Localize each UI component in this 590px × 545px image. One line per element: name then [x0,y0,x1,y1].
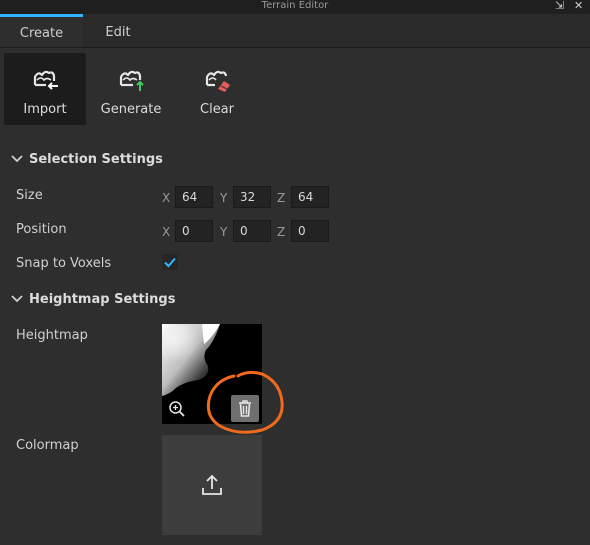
colormap-label: Colormap [16,438,79,453]
terrain-import-icon [33,70,58,90]
size-x-axis-label: X [162,191,171,205]
snap-to-voxels-checkbox[interactable] [162,254,178,270]
close-icon[interactable]: ✕ [574,0,583,12]
tab-create[interactable]: Create [0,14,83,47]
terrain-generate-icon [119,70,144,91]
size-z-axis-label: Z [277,191,286,205]
snap-to-voxels-label: Snap to Voxels [16,256,112,271]
size-y-input[interactable] [233,186,271,208]
checkmark-icon [164,257,176,268]
heightmap-label: Heightmap [16,328,88,343]
import-label: Import [23,102,67,117]
generate-label: Generate [100,102,162,117]
chevron-down-icon [11,155,23,163]
heightmap-settings-header[interactable]: Heightmap Settings [0,291,590,311]
size-y-axis-label: Y [220,191,228,205]
generate-button[interactable]: Generate [90,53,172,125]
tab-edit[interactable]: Edit [83,14,153,47]
position-y-axis-label: Y [220,225,228,239]
upload-icon [202,474,222,495]
size-x-input[interactable] [175,186,213,208]
chevron-down-icon [11,295,23,303]
position-x-input[interactable] [175,220,213,242]
window-titlebar: Terrain Editor ⇲ ✕ [0,0,590,14]
position-z-input[interactable] [291,220,329,242]
window-title: Terrain Editor [261,0,329,11]
size-label: Size [16,188,43,203]
position-z-axis-label: Z [277,225,286,239]
position-x-axis-label: X [162,225,171,239]
zoom-in-icon [169,401,185,417]
heightmap-settings-title: Heightmap Settings [29,292,176,307]
colormap-upload-area[interactable] [162,435,262,535]
position-y-input[interactable] [233,220,271,242]
zoom-in-button[interactable] [168,400,186,418]
terrain-clear-icon [205,70,230,92]
annotation-circle [206,370,284,434]
selection-settings-header[interactable]: Selection Settings [0,151,590,171]
size-z-input[interactable] [291,186,329,208]
selection-settings-title: Selection Settings [29,152,163,167]
tab-bar: Create Edit [0,14,590,48]
clear-button[interactable]: Clear [176,53,258,125]
position-label: Position [16,222,67,237]
clear-label: Clear [200,102,234,117]
restore-icon[interactable]: ⇲ [555,0,564,12]
import-button[interactable]: Import [4,53,86,125]
